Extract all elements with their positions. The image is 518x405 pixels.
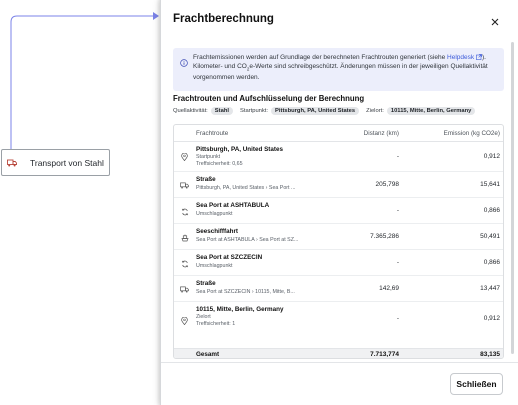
freight-route-table: Frachtroute Distanz (km) Emission (kg CO…: [173, 124, 504, 359]
route-name: Straße: [196, 176, 216, 183]
route-meta: Quellaktivität: Stahl Startpunkt: Pittsb…: [173, 107, 482, 115]
node-label: Transport von Stahl: [30, 157, 104, 168]
table-row: Straße Sea Port at SZCZECIN › 10115, Mit…: [174, 276, 503, 302]
modal-body[interactable]: Frachtemissionen werden auf Grundlage de…: [161, 40, 515, 362]
route-distance: -: [396, 207, 399, 214]
scrollbar[interactable]: [511, 40, 515, 362]
column-header-distance: Distanz (km): [363, 130, 399, 137]
route-emission: 50,491: [480, 233, 500, 240]
section-title: Frachtrouten und Aufschlüsselung der Ber…: [173, 94, 365, 103]
route-detail: Startpunkt: [196, 154, 221, 160]
destination-badge: 10115, Mitte, Berlin, Germany: [386, 107, 476, 115]
route-distance: -: [396, 315, 399, 322]
route-detail: Sea Port at ASHTABULA › Sea Port at SZ..…: [196, 237, 299, 243]
start-point-label: Startpunkt:: [239, 108, 269, 114]
truck-icon: [180, 285, 189, 294]
scroll-thumb[interactable]: [511, 42, 514, 354]
route-name: Pittsburgh, PA, United States: [196, 146, 283, 153]
route-distance: 7.365,286: [370, 233, 399, 240]
modal-footer: Schließen: [161, 362, 518, 405]
route-detail: Pittsburgh, PA, United States › Sea Port…: [196, 185, 296, 191]
destination-label: Zielort:: [366, 108, 384, 114]
route-emission: 15,641: [480, 181, 500, 188]
route-distance: 142,69: [379, 285, 399, 292]
route-emission: 13,447: [480, 285, 500, 292]
route-name: Sea Port at SZCZECIN: [196, 254, 263, 261]
source-activity-label: Quellaktivität:: [173, 108, 208, 114]
modal-title: Frachtberechnung: [173, 13, 274, 25]
info-text: Frachtemissionen werden auf Grundlage de…: [193, 54, 488, 82]
route-name: Sea Port at ASHTABULA: [196, 202, 270, 209]
route-distance: -: [396, 153, 399, 160]
info-icon: [180, 54, 188, 67]
location-pin-icon: [180, 152, 189, 161]
route-detail: Zielort: [196, 314, 211, 320]
close-button[interactable]: Schließen: [450, 373, 503, 395]
source-activity-badge: Stahl: [210, 107, 233, 115]
route-emission: 0,912: [483, 315, 500, 322]
close-icon[interactable]: [488, 15, 502, 29]
total-row: Gesamt 7.713,774 83,135: [174, 349, 503, 358]
info-box: Frachtemissionen werden auf Grundlage de…: [173, 48, 504, 91]
route-name: Seeschifffahrt: [196, 228, 238, 235]
table-row: 10115, Mitte, Berlin, Germany Zielort Tr…: [174, 302, 503, 349]
route-emission: 0,912: [483, 153, 500, 160]
table-row: Sea Port at ASHTABULA Umschlagpunkt - 0,…: [174, 198, 503, 224]
truck-icon: [180, 181, 189, 190]
route-accuracy: Treffsicherheit: 1: [196, 321, 236, 327]
column-header-emission: Emission (kg CO2e): [443, 130, 500, 137]
transfer-icon: [180, 207, 189, 216]
freight-calculation-modal: Frachtberechnung Frachtemissionen werden…: [160, 0, 518, 405]
table-header: Frachtroute Distanz (km) Emission (kg CO…: [174, 125, 503, 142]
route-detail: Umschlagpunkt: [196, 263, 233, 269]
transfer-icon: [180, 259, 189, 268]
start-point-badge: Pittsburgh, PA, United States: [271, 107, 360, 115]
table-row: Straße Pittsburgh, PA, United States › S…: [174, 172, 503, 198]
route-accuracy: Treffsicherheit: 0,65: [196, 161, 243, 167]
total-emission: 83,135: [480, 351, 500, 358]
table-row: Pittsburgh, PA, United States Startpunkt…: [174, 142, 503, 172]
route-name: Straße: [196, 280, 216, 287]
route-name: 10115, Mitte, Berlin, Germany: [196, 306, 284, 313]
total-label: Gesamt: [196, 351, 220, 358]
route-distance: 205,798: [375, 181, 400, 188]
truck-icon: [7, 158, 21, 168]
total-distance: 7.713,774: [370, 351, 399, 358]
route-emission: 0,866: [483, 207, 500, 214]
route-emission: 0,866: [483, 259, 500, 266]
route-detail: Umschlagpunkt: [196, 211, 233, 217]
table-row: Seeschifffahrt Sea Port at ASHTABULA › S…: [174, 224, 503, 250]
ship-icon: [180, 233, 189, 242]
table-row: Sea Port at SZCZECIN Umschlagpunkt - 0,8…: [174, 250, 503, 276]
route-distance: -: [396, 259, 399, 266]
activity-node[interactable]: Transport von Stahl: [1, 149, 110, 176]
route-detail: Sea Port at SZCZECIN › 10115, Mitte, B..…: [196, 289, 295, 295]
helpdesk-link[interactable]: Helpdesk: [447, 54, 474, 61]
column-header-route: Frachtroute: [196, 130, 229, 137]
location-pin-icon: [180, 316, 189, 325]
